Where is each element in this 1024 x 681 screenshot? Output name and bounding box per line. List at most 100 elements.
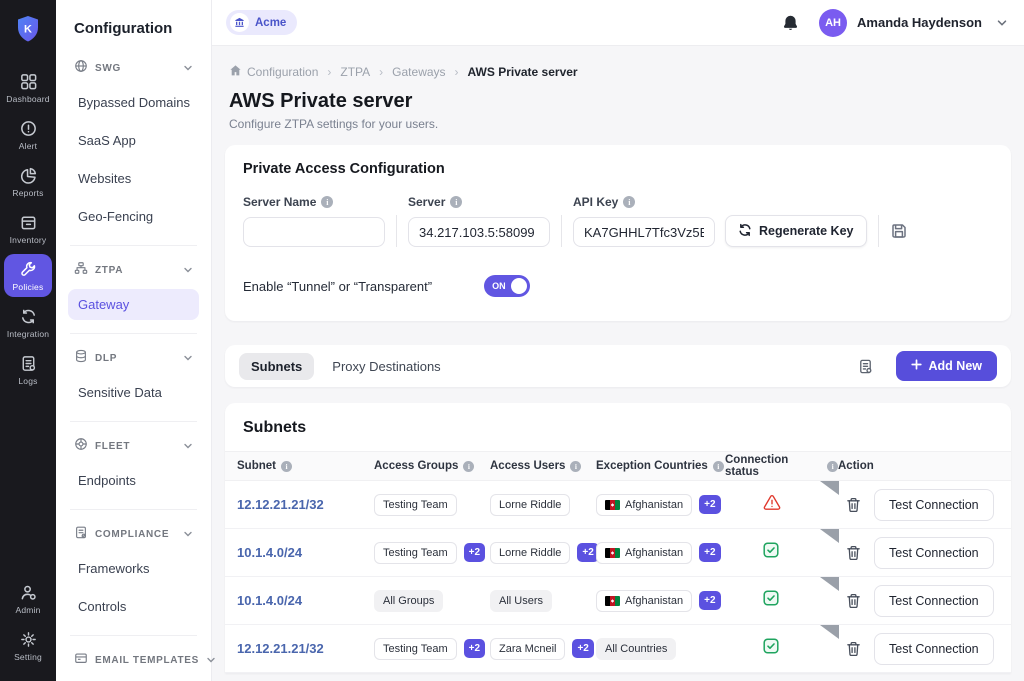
corner-fold: [820, 625, 839, 639]
svg-text:K: K: [24, 24, 32, 36]
divider: [878, 215, 879, 247]
server-name-label: Server Name: [243, 195, 316, 209]
table-row: 10.1.4.0/24 All Groups All Users Afghani…: [225, 577, 1011, 625]
page-subtitle: Configure ZTPA settings for your users.: [225, 117, 1011, 131]
network-icon: [74, 261, 88, 280]
tab-bar: Subnets Proxy Destinations Add New: [225, 345, 1011, 387]
sidebar-item-endpoints[interactable]: Endpoints: [68, 465, 199, 496]
rail-item-alert[interactable]: Alert: [4, 113, 52, 156]
delete-icon[interactable]: [846, 497, 861, 513]
user-chip: Lorne Riddle: [490, 494, 570, 516]
clipboard-icon: [74, 525, 88, 544]
test-connection-button[interactable]: Test Connection: [874, 585, 994, 617]
tunnel-toggle[interactable]: ON: [484, 275, 530, 297]
more-count-badge: +2: [699, 495, 720, 514]
document-icon[interactable]: [857, 358, 874, 375]
table-row: 10.1.4.0/24 Testing Team+2 Lorne Riddle+…: [225, 529, 1011, 577]
divider: [70, 509, 197, 510]
sidebar-section-swg[interactable]: SWG: [68, 57, 199, 80]
admin-user-icon: [19, 583, 38, 602]
delete-icon[interactable]: [846, 641, 861, 657]
api-key-input[interactable]: [573, 217, 715, 247]
afghanistan-flag-icon: [605, 548, 620, 558]
user-name[interactable]: Amanda Haydenson: [857, 15, 982, 30]
avatar[interactable]: AH: [819, 9, 847, 37]
sidebar-item-controls[interactable]: Controls: [68, 591, 199, 622]
divider: [70, 245, 197, 246]
topbar: Acme AH Amanda Haydenson: [212, 0, 1024, 46]
breadcrumb: Configuration › ZTPA › Gateways › AWS Pr…: [225, 64, 1011, 80]
sidebar-section-email-templates[interactable]: EMAIL TEMPLATES: [68, 649, 199, 672]
mail-icon: [74, 651, 88, 670]
sidebar-item-websites[interactable]: Websites: [68, 163, 199, 194]
subnet-link[interactable]: 12.12.21.21/32: [237, 641, 324, 656]
rail-item-admin[interactable]: Admin: [4, 577, 52, 620]
tab-proxy-destinations[interactable]: Proxy Destinations: [320, 353, 452, 380]
breadcrumb-separator: ›: [327, 65, 331, 79]
sidebar-section-dlp[interactable]: DLP: [68, 347, 199, 370]
test-connection-button[interactable]: Test Connection: [874, 489, 994, 521]
rail-item-inventory[interactable]: Inventory: [4, 207, 52, 250]
sidebar-item-frameworks[interactable]: Frameworks: [68, 553, 199, 584]
rail-item-reports[interactable]: Reports: [4, 160, 52, 203]
integration-sync-icon: [19, 307, 38, 326]
page-content: Configuration › ZTPA › Gateways › AWS Pr…: [212, 46, 1024, 673]
test-connection-button[interactable]: Test Connection: [874, 537, 994, 569]
breadcrumb-ztpa[interactable]: ZTPA: [340, 65, 370, 79]
breadcrumb-gateways[interactable]: Gateways: [392, 65, 445, 79]
sidebar-section-compliance[interactable]: COMPLIANCE: [68, 523, 199, 546]
sidebar-item-gateway[interactable]: Gateway: [68, 289, 199, 320]
save-icon[interactable]: [890, 215, 908, 247]
tab-subnets[interactable]: Subnets: [239, 353, 314, 380]
brand-logo-icon[interactable]: K: [14, 14, 42, 44]
rail-item-setting[interactable]: Setting: [4, 624, 52, 667]
connection-error-icon: [763, 494, 781, 516]
add-new-button[interactable]: Add New: [896, 351, 997, 381]
connection-ok-icon: [763, 542, 779, 563]
server-input[interactable]: [408, 217, 550, 247]
api-key-label: API Key: [573, 195, 618, 209]
bell-icon[interactable]: [782, 14, 799, 32]
test-connection-button[interactable]: Test Connection: [874, 633, 994, 665]
chevron-down-icon: [183, 60, 193, 78]
server-name-input[interactable]: [243, 217, 385, 247]
section-label: EMAIL TEMPLATES: [95, 655, 199, 666]
user-chip: Zara Mcneil: [490, 638, 565, 660]
sidebar-item-sensitive-data[interactable]: Sensitive Data: [68, 377, 199, 408]
more-count-badge: +2: [464, 639, 485, 658]
breadcrumb-home[interactable]: Configuration: [229, 64, 318, 80]
group-chip: Testing Team: [374, 638, 457, 660]
subnet-link[interactable]: 12.12.21.21/32: [237, 497, 324, 512]
delete-icon[interactable]: [846, 593, 861, 609]
toggle-knob: [511, 278, 527, 294]
divider: [561, 215, 562, 247]
chevron-down-icon: [183, 438, 193, 456]
section-label: ZTPA: [95, 265, 176, 276]
info-icon: i: [450, 196, 462, 208]
regenerate-key-button[interactable]: Regenerate Key: [725, 215, 867, 247]
group-chip: Testing Team: [374, 494, 457, 516]
sidebar-item-saas-app[interactable]: SaaS App: [68, 125, 199, 156]
country-chip: All Countries: [596, 638, 676, 660]
sidebar-section-fleet[interactable]: FLEET: [68, 435, 199, 458]
section-label: SWG: [95, 63, 176, 74]
rail-item-integration[interactable]: Integration: [4, 301, 52, 344]
chevron-down-icon[interactable]: [996, 17, 1008, 29]
chevron-down-icon: [206, 652, 216, 670]
delete-icon[interactable]: [846, 545, 861, 561]
org-switcher[interactable]: Acme: [226, 10, 297, 35]
rail-item-label: Dashboard: [6, 94, 49, 104]
rail-item-policies[interactable]: Policies: [4, 254, 52, 297]
sidebar-item-bypassed-domains[interactable]: Bypassed Domains: [68, 87, 199, 118]
rail-item-logs[interactable]: Logs: [4, 348, 52, 391]
database-icon: [74, 349, 88, 368]
subnets-title: Subnets: [225, 419, 1011, 451]
connection-ok-icon: [763, 638, 779, 659]
server-label: Server: [408, 195, 445, 209]
sidebar-item-geo-fencing[interactable]: Geo-Fencing: [68, 201, 199, 232]
subnet-link[interactable]: 10.1.4.0/24: [237, 545, 302, 560]
subnet-link[interactable]: 10.1.4.0/24: [237, 593, 302, 608]
plus-icon: [911, 359, 922, 373]
sidebar-section-ztpa[interactable]: ZTPA: [68, 259, 199, 282]
rail-item-dashboard[interactable]: Dashboard: [4, 66, 52, 109]
